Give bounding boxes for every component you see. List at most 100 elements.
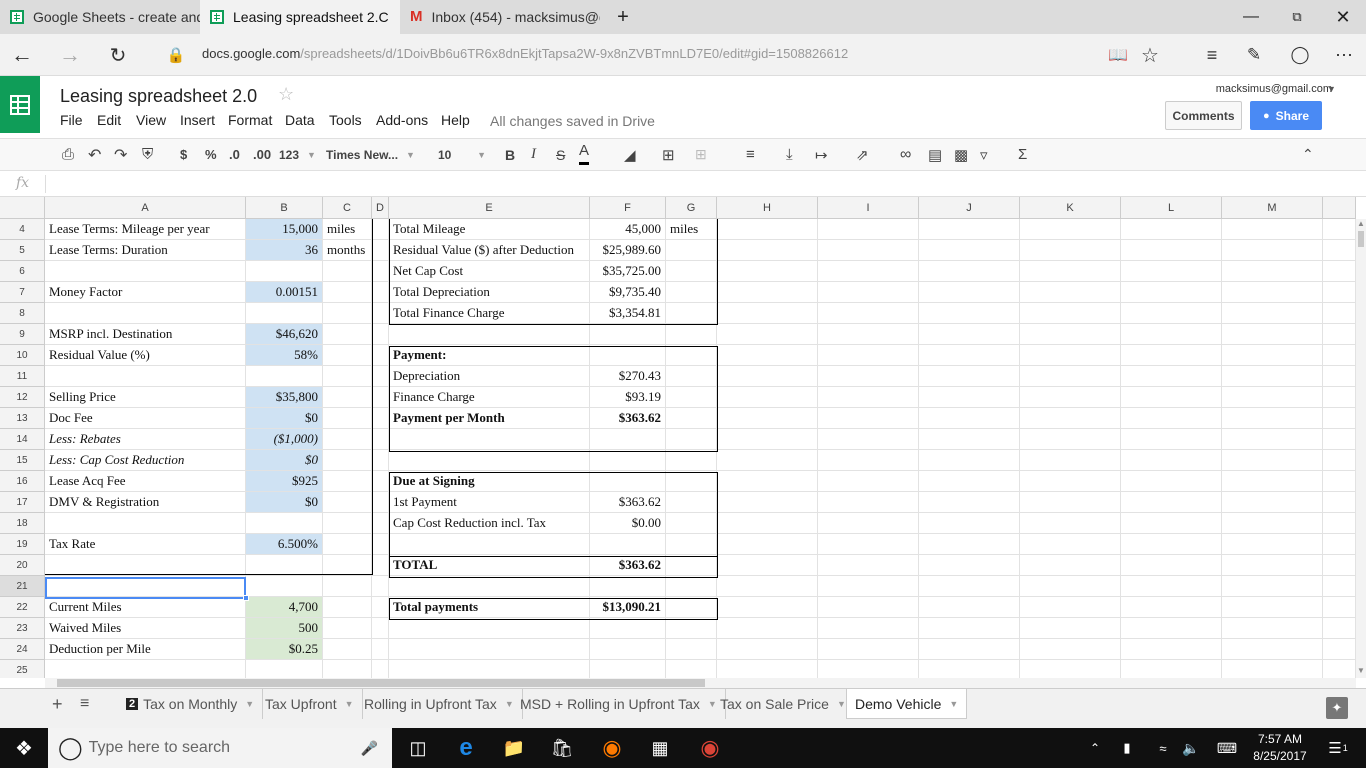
row-header[interactable]: 16 xyxy=(0,471,45,492)
cell-m5[interactable] xyxy=(1222,240,1323,261)
cell-m8[interactable] xyxy=(1222,303,1323,324)
cell-d16[interactable] xyxy=(372,471,389,492)
cell-k25[interactable] xyxy=(1020,660,1121,678)
horizontal-scroll-thumb[interactable] xyxy=(57,679,705,687)
cell-k12[interactable] xyxy=(1020,387,1121,408)
cell-a9[interactable]: MSRP incl. Destination xyxy=(45,324,246,345)
cell-h14[interactable] xyxy=(717,429,818,450)
cell-k13[interactable] xyxy=(1020,408,1121,429)
cell-i20[interactable] xyxy=(818,555,919,576)
bold-button[interactable]: B xyxy=(505,139,515,170)
cell-e10[interactable]: Payment: xyxy=(389,345,590,366)
back-arrow-icon[interactable]: ← xyxy=(2,34,42,76)
cell-k21[interactable] xyxy=(1020,576,1121,597)
cell-f12[interactable]: $93.19 xyxy=(590,387,666,408)
cell-e16[interactable]: Due at Signing xyxy=(389,471,590,492)
cell-c18[interactable] xyxy=(323,513,372,534)
cell-b23[interactable]: 500 xyxy=(246,618,323,639)
row-header[interactable]: 7 xyxy=(0,282,45,303)
cell-k23[interactable] xyxy=(1020,618,1121,639)
cell-n19[interactable] xyxy=(1323,534,1356,555)
cell-f19[interactable] xyxy=(590,534,666,555)
row-header[interactable]: 10 xyxy=(0,345,45,366)
menu-file[interactable]: File xyxy=(60,112,83,128)
row-header[interactable]: 21 xyxy=(0,576,45,597)
cell-g17[interactable] xyxy=(666,492,717,513)
cell-j15[interactable] xyxy=(919,450,1020,471)
edge-browser-icon[interactable]: e xyxy=(442,728,490,768)
cell-m7[interactable] xyxy=(1222,282,1323,303)
cell-b14[interactable]: ($1,000) xyxy=(246,429,323,450)
cell-l21[interactable] xyxy=(1121,576,1222,597)
column-header[interactable] xyxy=(1323,197,1356,219)
cell-b10[interactable]: 58% xyxy=(246,345,323,366)
insert-chart-icon[interactable]: ▩ xyxy=(954,139,968,170)
cell-a22[interactable]: Current Miles xyxy=(45,597,246,618)
cell-g20[interactable] xyxy=(666,555,717,576)
cell-b7[interactable]: 0.00151 xyxy=(246,282,323,303)
document-title[interactable]: Leasing spreadsheet 2.0 xyxy=(60,86,257,107)
cell-b4[interactable]: 15,000 xyxy=(246,219,323,240)
cell-g21[interactable] xyxy=(666,576,717,597)
windows-start-icon[interactable]: ❖ xyxy=(0,728,48,768)
cell-i17[interactable] xyxy=(818,492,919,513)
cell-h4[interactable] xyxy=(717,219,818,240)
currency-format-button[interactable]: $ xyxy=(180,139,187,170)
cell-h22[interactable] xyxy=(717,597,818,618)
cell-c11[interactable] xyxy=(323,366,372,387)
cell-a24[interactable]: Deduction per Mile xyxy=(45,639,246,660)
cell-f13[interactable]: $363.62 xyxy=(590,408,666,429)
cell-a4[interactable]: Lease Terms: Mileage per year xyxy=(45,219,246,240)
cell-a5[interactable]: Lease Terms: Duration xyxy=(45,240,246,261)
cell-j4[interactable] xyxy=(919,219,1020,240)
cell-l16[interactable] xyxy=(1121,471,1222,492)
cell-k17[interactable] xyxy=(1020,492,1121,513)
text-color-button[interactable]: A xyxy=(579,139,590,165)
horizontal-align-icon[interactable]: ≡ xyxy=(746,139,755,170)
cell-c9[interactable] xyxy=(323,324,372,345)
cell-l9[interactable] xyxy=(1121,324,1222,345)
cell-f24[interactable] xyxy=(590,639,666,660)
favorite-star-icon[interactable]: ☆ xyxy=(1130,34,1170,76)
volume-muted-icon[interactable]: 🔈 xyxy=(1176,728,1206,768)
firefox-icon[interactable]: ◉ xyxy=(588,728,636,768)
cell-l14[interactable] xyxy=(1121,429,1222,450)
cell-f20[interactable]: $363.62 xyxy=(590,555,666,576)
browser-tab-google-sheets[interactable]: Google Sheets - create and xyxy=(0,0,200,34)
cell-j14[interactable] xyxy=(919,429,1020,450)
cell-d10[interactable] xyxy=(372,345,389,366)
column-header[interactable]: M xyxy=(1222,197,1323,219)
row-header[interactable]: 15 xyxy=(0,450,45,471)
cell-c20[interactable] xyxy=(323,555,372,576)
percent-format-button[interactable]: % xyxy=(205,139,217,170)
cell-d20[interactable] xyxy=(372,555,389,576)
paint-format-icon[interactable]: ⛨ xyxy=(142,139,153,170)
cell-h11[interactable] xyxy=(717,366,818,387)
cell-c22[interactable] xyxy=(323,597,372,618)
new-tab-plus-icon[interactable]: + xyxy=(600,0,646,34)
cell-i15[interactable] xyxy=(818,450,919,471)
sheet-tab-tax-on-monthly[interactable]: 2 Tax on Monthly ▼ xyxy=(118,689,264,719)
cell-k16[interactable] xyxy=(1020,471,1121,492)
cell-a6[interactable] xyxy=(45,261,246,282)
cell-d21[interactable] xyxy=(372,576,389,597)
cell-g22[interactable] xyxy=(666,597,717,618)
cell-e9[interactable] xyxy=(389,324,590,345)
cell-l5[interactable] xyxy=(1121,240,1222,261)
font-size-select[interactable]: 10 ▼ xyxy=(438,139,486,170)
cell-k18[interactable] xyxy=(1020,513,1121,534)
cell-a23[interactable]: Waived Miles xyxy=(45,618,246,639)
restore-icon[interactable]: ⧉ xyxy=(1274,0,1320,34)
task-view-icon[interactable]: ◫ xyxy=(394,728,442,768)
forward-arrow-icon[interactable]: → xyxy=(50,34,90,76)
column-header[interactable]: B xyxy=(246,197,323,219)
cell-b6[interactable] xyxy=(246,261,323,282)
cell-j21[interactable] xyxy=(919,576,1020,597)
cell-g13[interactable] xyxy=(666,408,717,429)
all-sheets-menu-icon[interactable]: ≡ xyxy=(72,689,97,719)
cell-b18[interactable] xyxy=(246,513,323,534)
cell-j20[interactable] xyxy=(919,555,1020,576)
cell-m6[interactable] xyxy=(1222,261,1323,282)
cell-h13[interactable] xyxy=(717,408,818,429)
redo-icon[interactable]: ↷ xyxy=(114,139,127,170)
